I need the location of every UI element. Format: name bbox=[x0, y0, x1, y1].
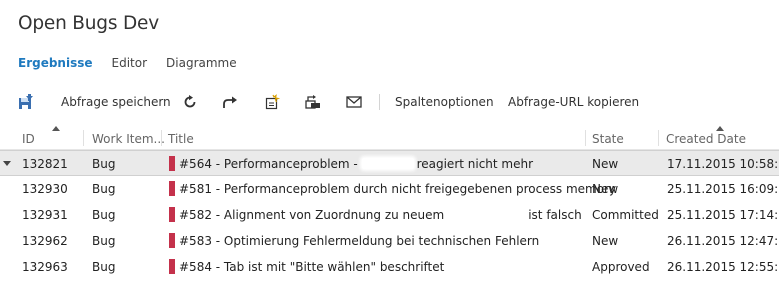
row-state: Committed bbox=[592, 208, 659, 222]
page-title: Open Bugs Dev bbox=[18, 13, 159, 34]
bug-color-bar bbox=[169, 156, 175, 171]
redacted-text bbox=[444, 209, 528, 220]
bug-color-bar bbox=[169, 207, 175, 222]
redacted-text bbox=[361, 158, 414, 169]
row-created-date: 25.11.2015 17:14:13 bbox=[667, 208, 779, 222]
table-row[interactable]: 132930 Bug #581 - Performanceproblem dur… bbox=[0, 176, 779, 202]
row-state: New bbox=[592, 182, 619, 196]
sort-ascending-icon bbox=[716, 126, 724, 131]
row-title[interactable]: #583 - Optimierung Fehlermeldung bei tec… bbox=[179, 234, 539, 248]
tab-editor[interactable]: Editor bbox=[112, 56, 148, 76]
table-row[interactable]: 132821 Bug #564 - Performanceproblem - r… bbox=[0, 150, 779, 176]
row-id: 132963 bbox=[22, 260, 68, 274]
row-state: New bbox=[592, 234, 619, 248]
row-title-part: #582 - Alignment von Zuordnung zu neuem bbox=[179, 208, 445, 222]
bug-color-bar bbox=[169, 259, 175, 274]
row-created-date: 17.11.2015 10:58:55 bbox=[667, 157, 779, 171]
bug-color-bar bbox=[169, 181, 175, 196]
column-divider[interactable] bbox=[658, 130, 659, 146]
column-divider[interactable] bbox=[161, 130, 162, 146]
row-title[interactable]: #582 - Alignment von Zuordnung zu neuem i… bbox=[179, 208, 582, 222]
row-id: 132821 bbox=[22, 157, 68, 171]
redo-icon[interactable] bbox=[222, 84, 238, 120]
row-state: Approved bbox=[592, 260, 650, 274]
column-header-state[interactable]: State bbox=[592, 132, 624, 146]
column-header-title[interactable]: Title bbox=[168, 132, 194, 146]
row-title-part: #564 - Performanceproblem - bbox=[179, 157, 362, 171]
toolbar-separator bbox=[379, 94, 380, 110]
table-row[interactable]: 132962 Bug #583 - Optimierung Fehlermeld… bbox=[0, 228, 779, 254]
column-options-button[interactable]: Spaltenoptionen bbox=[395, 84, 494, 120]
tab-ergebnisse[interactable]: Ergebnisse bbox=[18, 56, 93, 76]
save-query-button[interactable]: Abfrage speichern bbox=[61, 84, 171, 120]
row-title-part: ist falsch bbox=[528, 208, 582, 222]
grid-header: ID Work Item... Title State Created Date bbox=[0, 122, 779, 150]
row-title[interactable]: #584 - Tab ist mit "Bitte wählen" beschr… bbox=[179, 260, 444, 274]
results-grid: 132821 Bug #564 - Performanceproblem - r… bbox=[0, 150, 779, 280]
bug-color-bar bbox=[169, 233, 175, 248]
new-work-item-icon[interactable] bbox=[264, 84, 280, 120]
column-header-work-item-type[interactable]: Work Item... bbox=[92, 132, 165, 146]
row-work-item-type: Bug bbox=[92, 157, 116, 171]
sort-ascending-icon bbox=[52, 126, 60, 131]
row-created-date: 25.11.2015 16:09:37 bbox=[667, 182, 779, 196]
email-icon[interactable] bbox=[346, 84, 362, 120]
column-header-created-date[interactable]: Created Date bbox=[666, 132, 746, 146]
row-work-item-type: Bug bbox=[92, 182, 116, 196]
row-work-item-type: Bug bbox=[92, 234, 116, 248]
row-id: 132962 bbox=[22, 234, 68, 248]
row-created-date: 26.11.2015 12:47:21 bbox=[667, 234, 779, 248]
column-divider[interactable] bbox=[585, 130, 586, 146]
view-tabs: Ergebnisse Editor Diagramme bbox=[18, 56, 256, 76]
row-id: 132930 bbox=[22, 182, 68, 196]
tab-diagramme[interactable]: Diagramme bbox=[166, 56, 237, 76]
row-title[interactable]: #581 - Performanceproblem durch nicht fr… bbox=[179, 182, 616, 196]
query-toolbar: Abfrage speichern Spaltenoptionen Abfrag… bbox=[0, 84, 779, 120]
row-title-part: reagiert nicht mehr bbox=[416, 157, 534, 171]
link-work-items-icon[interactable] bbox=[305, 84, 321, 120]
column-header-id[interactable]: ID bbox=[22, 132, 35, 146]
table-row[interactable]: 132963 Bug #584 - Tab ist mit "Bitte wäh… bbox=[0, 254, 779, 280]
table-row[interactable]: 132931 Bug #582 - Alignment von Zuordnun… bbox=[0, 202, 779, 228]
copy-query-url-button[interactable]: Abfrage-URL kopieren bbox=[508, 84, 639, 120]
row-context-menu-icon[interactable] bbox=[3, 161, 11, 166]
save-query-icon[interactable] bbox=[18, 84, 36, 120]
row-created-date: 26.11.2015 12:55:13 bbox=[667, 260, 779, 274]
row-state: New bbox=[592, 157, 619, 171]
row-work-item-type: Bug bbox=[92, 260, 116, 274]
row-id: 132931 bbox=[22, 208, 68, 222]
row-work-item-type: Bug bbox=[92, 208, 116, 222]
row-title[interactable]: #564 - Performanceproblem - reagiert nic… bbox=[179, 157, 533, 171]
column-divider[interactable] bbox=[83, 130, 84, 146]
refresh-icon[interactable] bbox=[183, 84, 197, 120]
